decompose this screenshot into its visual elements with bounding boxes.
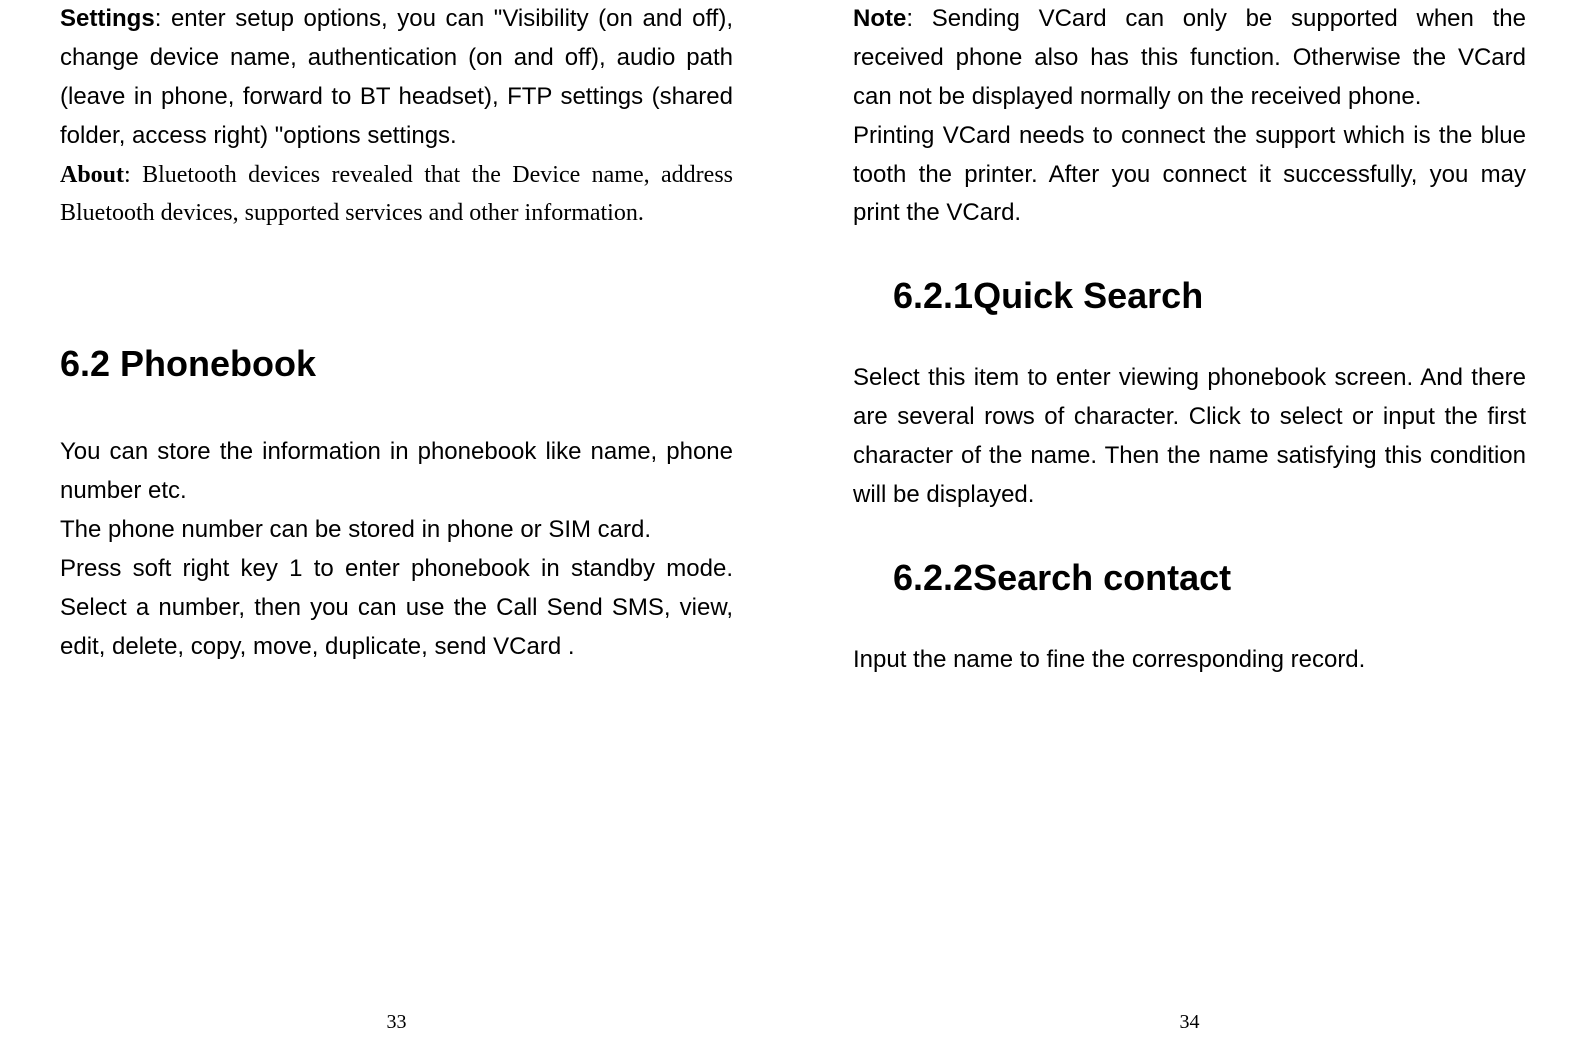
note-paragraph: Note: Sending VCard can only be supporte… (853, 0, 1526, 117)
note-body: : Sending VCard can only be supported wh… (853, 5, 1526, 110)
about-body: : Bluetooth devices revealed that the De… (60, 162, 733, 227)
settings-label: Settings (60, 5, 155, 32)
search-contact-heading: 6.2.2Search contact (893, 557, 1526, 599)
right-page: Note: Sending VCard can only be supporte… (793, 0, 1586, 1042)
right-page-number: 34 (793, 1011, 1586, 1034)
phonebook-p2: The phone number can be stored in phone … (60, 511, 733, 550)
about-paragraph: About: Bluetooth devices revealed that t… (60, 156, 733, 234)
printing-paragraph: Printing VCard needs to connect the supp… (853, 117, 1526, 234)
phonebook-p1: You can store the information in phonebo… (60, 433, 733, 511)
phonebook-heading: 6.2 Phonebook (60, 343, 733, 385)
phonebook-p3: Press soft right key 1 to enter phoneboo… (60, 550, 733, 667)
search-contact-text: Input the name to fine the corresponding… (853, 641, 1526, 680)
settings-paragraph: Settings: enter setup options, you can "… (60, 0, 733, 156)
quick-search-text: Select this item to enter viewing phoneb… (853, 359, 1526, 515)
settings-body: : enter setup options, you can "Visibili… (60, 5, 733, 149)
page-spread: Settings: enter setup options, you can "… (0, 0, 1586, 1042)
note-label: Note (853, 5, 906, 32)
left-page: Settings: enter setup options, you can "… (0, 0, 793, 1042)
about-label: About (60, 162, 124, 188)
quick-search-heading: 6.2.1Quick Search (893, 275, 1526, 317)
left-page-number: 33 (0, 1011, 793, 1034)
